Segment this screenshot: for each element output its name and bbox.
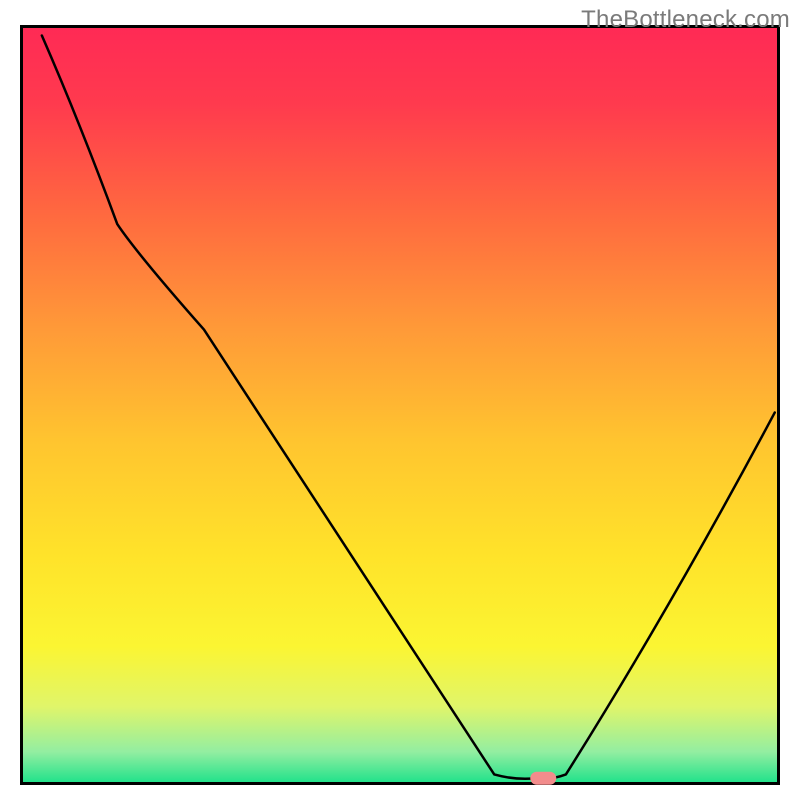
watermark-label: TheBottleneck.com: [581, 6, 790, 34]
chart-svg: [0, 0, 800, 800]
gradient-background: [23, 28, 777, 782]
optimal-marker: [530, 772, 556, 785]
chart-canvas: TheBottleneck.com: [0, 0, 800, 800]
